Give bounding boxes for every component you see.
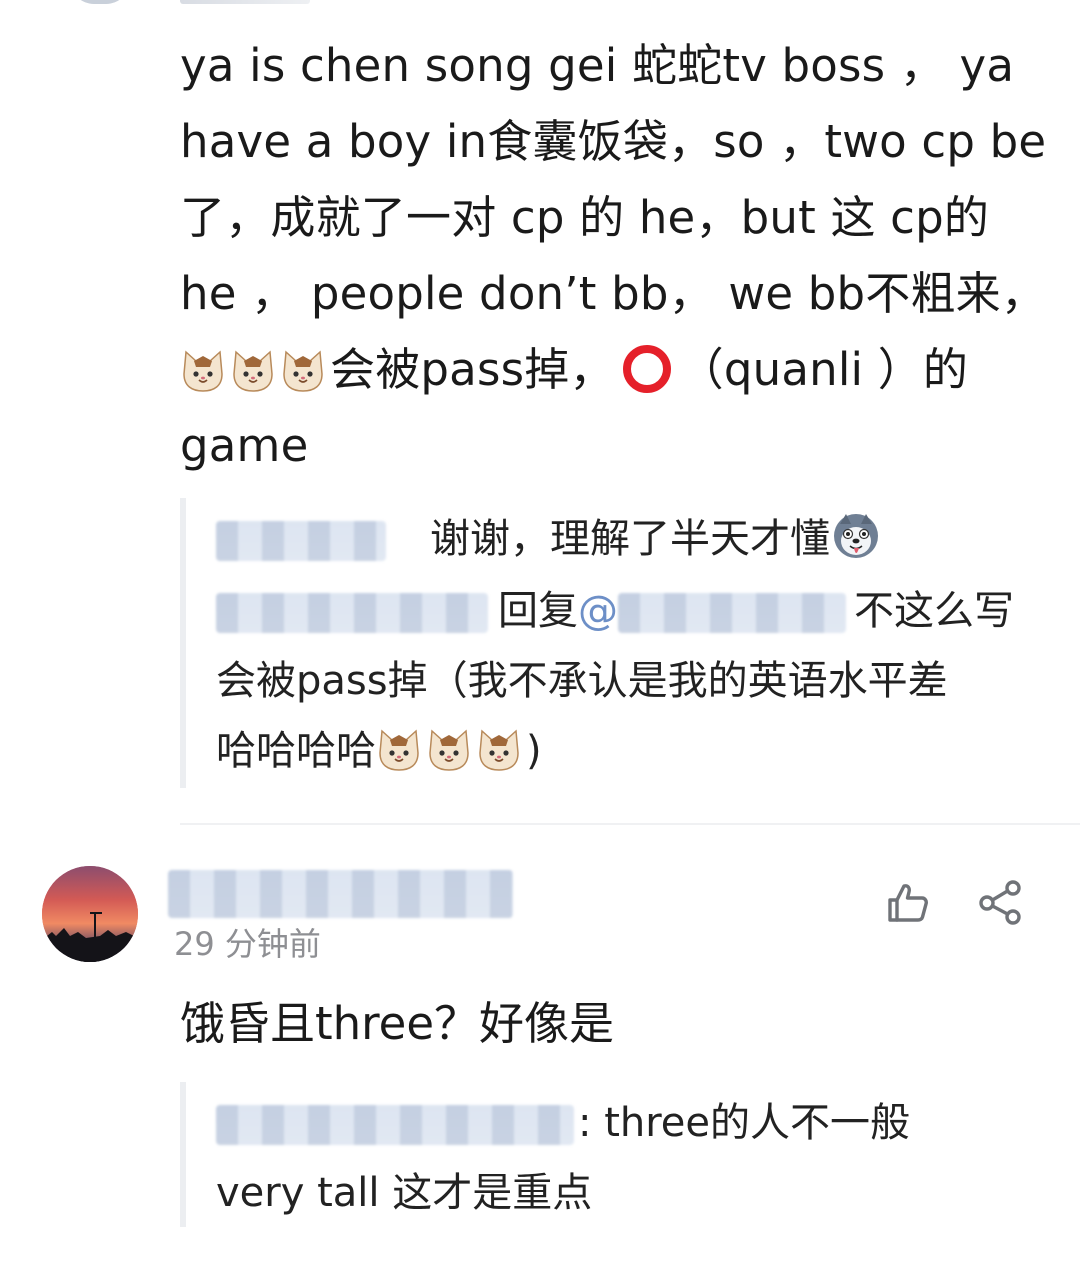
avatar-previous[interactable] bbox=[70, 0, 130, 4]
reply-username-blurred[interactable] bbox=[216, 521, 386, 561]
comment-line: have a boy in食囊饭袋，so ，two cp be bbox=[180, 115, 1047, 168]
reply-item[interactable]: 回复@ 不这么写 bbox=[216, 578, 1014, 644]
mention-at[interactable]: @ bbox=[578, 588, 618, 634]
reply-username-blurred[interactable] bbox=[216, 593, 488, 633]
comment-text-fragment: 会被pass掉， bbox=[330, 343, 615, 396]
cat-face-emoji bbox=[379, 729, 419, 771]
reply-item[interactable]: 谢谢，理解了半天才懂 bbox=[216, 506, 882, 572]
username-blurred[interactable] bbox=[168, 870, 513, 918]
reply-item[interactable]: : three的人不一般 bbox=[216, 1090, 910, 1156]
reply-text: 哈哈哈哈 bbox=[216, 728, 376, 774]
comment-thread: ya is chen song gei 蛇蛇tv boss ， ya have … bbox=[0, 0, 1080, 1280]
comment-divider bbox=[180, 823, 1080, 825]
reply-word: 回复 bbox=[498, 588, 578, 634]
comment-text-fragment: （quanli ）的 bbox=[678, 343, 969, 396]
reply-list: : three的人不一般 very tall 这才是重点 bbox=[180, 1082, 1066, 1227]
reply-text: ) bbox=[526, 728, 542, 774]
reply-username-blurred[interactable] bbox=[216, 1105, 574, 1145]
share-icon[interactable] bbox=[975, 878, 1027, 926]
cat-face-emoji bbox=[429, 729, 469, 771]
comment-text: ya is chen song gei 蛇蛇tv boss ， ya have … bbox=[180, 28, 1050, 484]
comment-line-emoji: 会被pass掉， （quanli ）的 bbox=[180, 332, 1050, 408]
reply-text-line: very tall 这才是重点 bbox=[216, 1170, 593, 1216]
comment-line: game bbox=[180, 419, 309, 472]
reply-list: 谢谢，理解了半天才懂 回复@ 不这么写 会被pass掉（我不承认是我的英语水平差 … bbox=[180, 498, 1066, 788]
cat-face-emoji bbox=[479, 729, 519, 771]
sunset-avatar-image bbox=[42, 866, 138, 962]
husky-dog-emoji bbox=[834, 514, 878, 558]
comment-timestamp: 29 分钟前 bbox=[174, 925, 321, 963]
username-previous-blurred bbox=[180, 0, 310, 4]
reply-text: 不这么写 bbox=[854, 588, 1014, 634]
comment-line: ya is chen song gei 蛇蛇tv boss ， ya bbox=[180, 39, 1015, 92]
reply-text: 谢谢，理解了半天才懂 bbox=[430, 516, 830, 562]
cat-face-emoji bbox=[183, 350, 223, 392]
thumbs-up-icon[interactable] bbox=[884, 878, 932, 926]
comment-line: he ， people don’t bb， we bb不粗来， bbox=[180, 267, 1047, 320]
comment-text: 饿昏且three？好像是 bbox=[180, 997, 615, 1050]
red-circle-emoji bbox=[622, 345, 671, 393]
avatar[interactable] bbox=[42, 866, 138, 962]
reply-text-line: 哈哈哈哈 ) bbox=[216, 718, 542, 784]
comment-line: 了，成就了一对 cp 的 he，but 这 cp的 bbox=[180, 191, 990, 244]
cat-face-emoji bbox=[283, 350, 323, 392]
reply-text-line: 会被pass掉（我不承认是我的英语水平差 bbox=[216, 658, 948, 704]
mention-username-blurred[interactable] bbox=[618, 593, 846, 633]
reply-text: : three的人不一般 bbox=[578, 1100, 911, 1146]
cat-face-emoji bbox=[233, 350, 273, 392]
